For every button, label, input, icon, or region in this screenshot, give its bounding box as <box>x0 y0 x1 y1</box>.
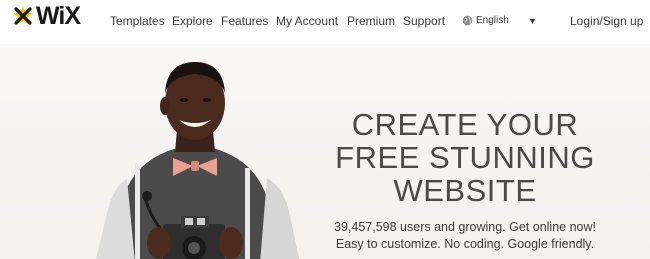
headline-line: FREE STUNNING <box>335 140 595 175</box>
nav-my-account[interactable]: My Account <box>276 14 338 28</box>
language-selector[interactable]: English <box>462 15 509 26</box>
chevron-down-icon[interactable]: ▼ <box>528 16 537 26</box>
hero-banner: CREATE YOUR FREE STUNNING WEBSITE 39,457… <box>0 44 650 259</box>
subtext-line: 39,457,598 users and growing. Get online… <box>334 220 596 234</box>
logo-text: WiX <box>36 2 81 30</box>
headline-line: CREATE YOUR <box>351 107 579 142</box>
globe-icon <box>462 15 473 26</box>
star-icon <box>13 6 33 25</box>
nav-premium[interactable]: Premium <box>347 14 395 28</box>
login-signup-link[interactable]: Login/Sign up <box>570 14 643 28</box>
subtext-line: Easy to customize. No coding. Google fri… <box>335 237 595 251</box>
headline-line: WEBSITE <box>393 173 537 208</box>
hero-subtext: 39,457,598 users and growing. Get online… <box>300 219 630 253</box>
language-label: English <box>476 15 509 26</box>
nav-templates[interactable]: Templates <box>110 14 165 28</box>
top-bar: WiX Templates Explore Features My Accoun… <box>0 0 650 44</box>
wix-logo[interactable]: WiX <box>11 2 81 30</box>
hero-photo <box>95 62 300 259</box>
nav-support[interactable]: Support <box>403 14 445 28</box>
hero-headline: CREATE YOUR FREE STUNNING WEBSITE <box>300 108 630 207</box>
nav-features[interactable]: Features <box>221 14 268 28</box>
nav-explore[interactable]: Explore <box>172 14 213 28</box>
